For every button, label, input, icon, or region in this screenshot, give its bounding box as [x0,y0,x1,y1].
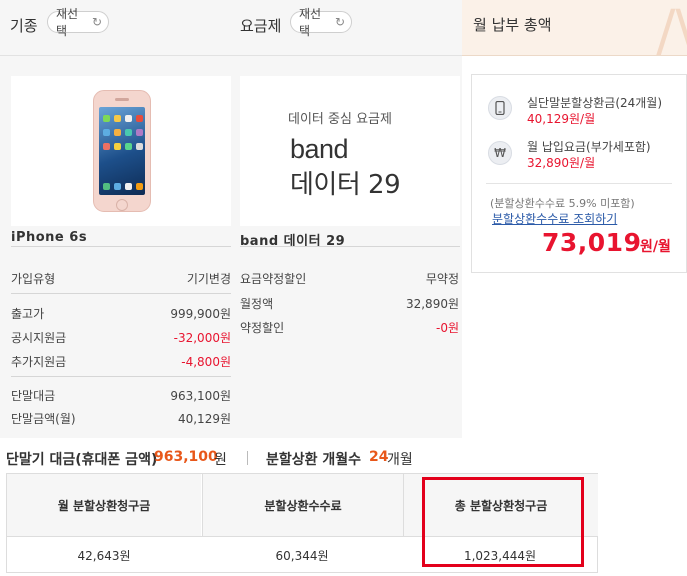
divider [11,293,231,294]
highlight-box [422,477,584,567]
plan-card-title-line1: band [290,134,349,164]
table-cell: 42,643원 [77,548,131,563]
phone-icon [488,96,512,120]
device-row-label: 출고가 [11,307,45,321]
device-row-value: 40,129원 [177,412,231,426]
plan-section-title: 요금제 [240,17,282,35]
reselect-label: 재선택 [299,7,322,38]
separator [247,451,248,465]
months-value: 24 [369,449,389,465]
plan-card[interactable] [240,76,460,226]
device-price-value: 963,100 [154,449,218,465]
divider [11,376,231,377]
monthly-fee-value: 32,890원/월 [527,156,596,170]
plan-card-title-line2: 데이터 29 [290,170,401,200]
divider [11,246,231,247]
installment-value: 40,129원/월 [527,112,596,126]
device-price-unit: 원 [214,452,227,468]
refresh-icon: ↻ [334,15,345,29]
device-row-label: 추가지원금 [11,355,67,369]
installment-label: 실단말분할상환금(24개월) [527,96,663,110]
months-label: 분할상환 개월수 [266,452,362,468]
plan-row-value: 무약정 [425,272,459,286]
reselect-label: 재선택 [56,7,79,38]
divider [240,246,460,247]
device-price-label: 단말기 대금(휴대폰 금액) [6,452,158,468]
decorative-shape-icon: /\ [655,0,687,56]
refresh-icon: ↻ [91,15,102,29]
fee-lookup-link[interactable]: 분할상환수수료 조회하기 [492,210,617,227]
plan-row-value: -0원 [435,321,459,335]
device-name: iPhone 6s [11,230,88,245]
plan-card-subtitle: 데이터 중심 요금제 [288,112,392,127]
device-row-value: 기기변경 [186,272,231,286]
monthly-fee-label: 월 납입요금(부가세포함) [527,140,651,154]
won-icon: ₩ [488,141,512,165]
device-row-value: 963,100원 [170,389,231,403]
device-row-label: 단말대금 [11,389,56,403]
months-unit: 개월 [387,452,413,468]
device-reselect-button[interactable]: 재선택 ↻ [47,7,109,38]
plan-row-label: 약정할인 [240,321,285,335]
device-row-value: -4,800원 [181,355,231,369]
device-row-label: 단말금액(월) [11,412,76,426]
device-row-value: -32,000원 [173,331,231,345]
total-monthly-unit: 원/월 [640,239,671,255]
device-row-value: 999,900원 [170,307,231,321]
summary-title: 월 납부 총액 [473,16,552,34]
table-cell: 60,344원 [275,548,329,563]
plan-row-value: 32,890원 [405,297,459,311]
plan-row-label: 월정액 [240,297,274,311]
phone-image [93,90,151,212]
fee-note: (분할상환수수료 5.9% 미포함) [490,197,635,210]
device-section-title: 기종 [10,17,38,35]
table-header-cell: 분할상환수수료 [202,474,403,536]
plan-row-label: 요금약정할인 [240,272,307,286]
total-monthly-amount: 73,019 [542,228,642,257]
plan-reselect-button[interactable]: 재선택 ↻ [290,7,352,38]
divider [486,183,672,184]
device-row-label: 공시지원금 [11,331,67,345]
table-header-cell: 월 분할상환청구금 [7,474,201,536]
device-row-label: 가입유형 [11,272,56,286]
